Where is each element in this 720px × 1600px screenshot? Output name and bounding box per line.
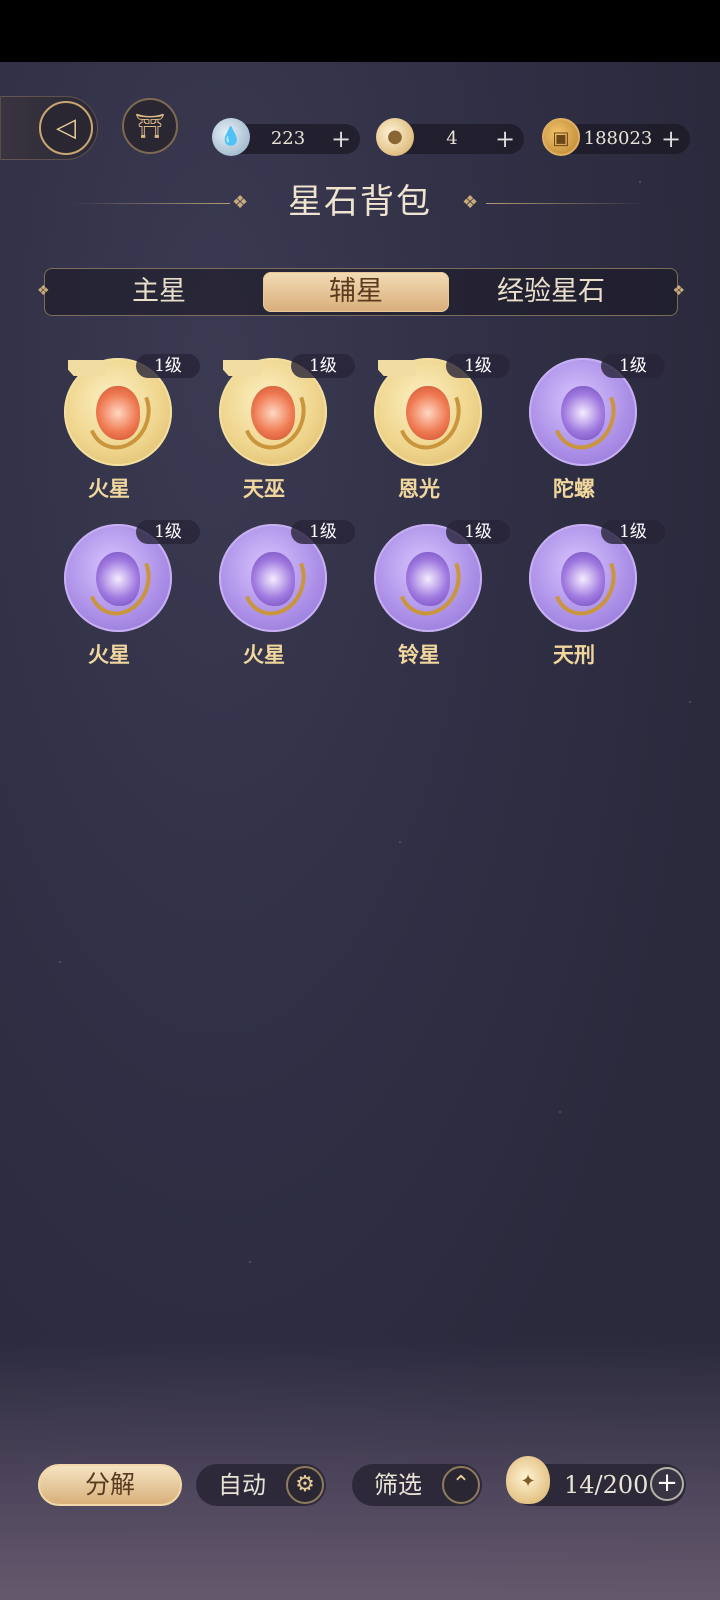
chevron-up-icon[interactable]: ⌃ [442, 1466, 480, 1504]
star-stone-item[interactable]: 1级 天巫 [189, 330, 355, 501]
currency-value: 4 [446, 128, 458, 149]
water-drop-icon: 💧 [212, 118, 250, 156]
add-copper-coin-button[interactable]: + [658, 124, 684, 154]
flag-marker-icon [378, 360, 416, 376]
currency-copper-coin: ▣ 188023 + [542, 118, 690, 156]
capacity-count: 14/200 [564, 1471, 649, 1499]
back-arrow-icon: ◁ [39, 101, 93, 155]
tab-ornament-left-icon: ❖ [37, 283, 50, 299]
level-badge: 1级 [601, 520, 665, 544]
star-stone-item[interactable]: 1级 恩光 [344, 330, 510, 501]
tab-main-star[interactable]: 主星 [59, 269, 259, 315]
star-stone-item[interactable]: 1级 火星 [34, 330, 200, 501]
copper-coin-icon: ▣ [542, 118, 580, 156]
back-button[interactable]: ◁ [0, 96, 98, 160]
gear-icon[interactable]: ⚙ [286, 1466, 324, 1504]
add-money-bag-button[interactable]: + [492, 124, 518, 154]
currency-value: 188023 [583, 128, 653, 149]
page-title: 星石背包 [288, 182, 432, 222]
star-stone-item[interactable]: 1级 铃星 [344, 496, 510, 667]
currency-value: 223 [270, 128, 306, 149]
tab-experience-stone[interactable]: 经验星石 [453, 269, 649, 315]
item-name: 天刑 [553, 642, 595, 667]
currency-money-bag: ● 4 + [376, 118, 524, 156]
auto-label: 自动 [218, 1471, 266, 1499]
star-stone-item[interactable]: 1级 火星 [34, 496, 200, 667]
currency-water-drop: 💧 223 + [212, 118, 360, 156]
filter-label: 筛选 [374, 1471, 422, 1499]
tab-ornament-right-icon: ❖ [672, 283, 685, 299]
star-stone-item[interactable]: 1级 陀螺 [499, 330, 665, 501]
title-ornament-right-icon: ❖ [462, 192, 479, 213]
expand-capacity-button[interactable]: + [650, 1467, 684, 1501]
item-name: 铃星 [398, 642, 440, 667]
title-divider-right [486, 203, 646, 204]
bag-icon: ✦ [506, 1456, 550, 1504]
pavilion-icon[interactable]: ⛩ [122, 98, 178, 154]
money-bag-icon: ● [376, 118, 414, 156]
bag-capacity: ✦ 14/200 + [506, 1456, 686, 1506]
star-stone-bag-screen: ◁ ⛩ 💧 223 + ● 4 + ▣ 188023 + ❖ 星石背包 ❖ ❖ … [0, 62, 720, 1600]
item-name: 火星 [88, 642, 130, 667]
tab-auxiliary-star[interactable]: 辅星 [263, 272, 449, 312]
auto-button[interactable]: 自动 ⚙ [196, 1464, 326, 1506]
level-badge: 1级 [601, 354, 665, 378]
add-water-drop-button[interactable]: + [328, 124, 354, 154]
flag-marker-icon [68, 360, 106, 376]
decompose-button[interactable]: 分解 [38, 1464, 182, 1506]
item-name: 火星 [243, 642, 285, 667]
category-tabs: ❖ 主星 辅星 经验星石 ❖ [37, 268, 685, 316]
flag-marker-icon [223, 360, 261, 376]
filter-button[interactable]: 筛选 ⌃ [352, 1464, 482, 1506]
star-stone-item[interactable]: 1级 火星 [189, 496, 355, 667]
star-stone-item[interactable]: 1级 天刑 [499, 496, 665, 667]
